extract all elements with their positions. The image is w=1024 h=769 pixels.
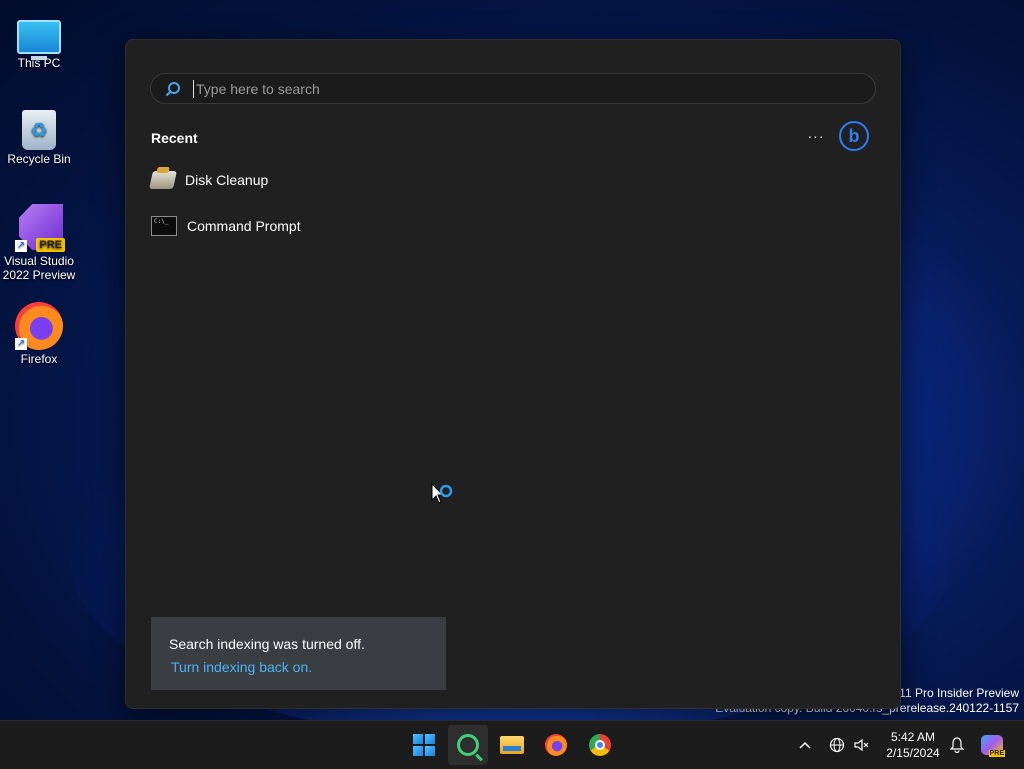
taskbar: 5:42 AM 2/15/2024 PRE: [0, 720, 1024, 769]
notifications-button[interactable]: [948, 733, 966, 757]
bing-button[interactable]: b: [839, 121, 869, 151]
speaker-muted-icon: [854, 738, 869, 752]
indexing-message: Search indexing was turned off.: [169, 636, 365, 652]
pre-badge: PRE: [36, 238, 65, 252]
recent-item-label: Command Prompt: [187, 218, 301, 234]
firefox-icon: [545, 734, 567, 756]
search-box[interactable]: [150, 73, 876, 104]
indexing-notice: Search indexing was turned off. Turn ind…: [151, 617, 446, 690]
pre-badge: PRE: [988, 750, 1005, 757]
more-options-button[interactable]: ···: [804, 128, 828, 148]
desktop-icon-recycle-bin[interactable]: Recycle Bin: [2, 106, 76, 166]
search-panel: Recent ··· b Disk Cleanup Command Prompt…: [125, 39, 901, 709]
desktop-icon-visual-studio[interactable]: PRE ↗ Visual Studio 2022 Preview: [2, 204, 76, 282]
recent-heading: Recent: [151, 130, 198, 146]
desktop-icon-label: Visual Studio 2022 Preview: [2, 254, 76, 282]
bell-icon: [950, 737, 964, 753]
chrome-icon: [589, 734, 611, 756]
search-input[interactable]: [193, 79, 798, 98]
recent-item-command-prompt[interactable]: Command Prompt: [151, 210, 301, 242]
this-pc-icon: [17, 20, 61, 60]
windows-start-icon: [413, 734, 435, 756]
copilot-button[interactable]: PRE: [980, 733, 1005, 757]
search-icon: [165, 81, 180, 96]
clock-date: 2/15/2024: [886, 746, 940, 760]
clock[interactable]: 5:42 AM 2/15/2024: [880, 729, 946, 761]
bing-icon: b: [848, 125, 860, 146]
network-button[interactable]: [828, 733, 846, 757]
search-icon: [457, 734, 479, 756]
show-hidden-icons-button[interactable]: [796, 733, 814, 757]
globe-icon: [829, 737, 845, 753]
desktop-icon-label: Recycle Bin: [7, 152, 71, 166]
clock-time: 5:42 AM: [890, 730, 936, 744]
recent-item-disk-cleanup[interactable]: Disk Cleanup: [149, 164, 269, 196]
desktop-icon-firefox[interactable]: ↗ Firefox: [2, 302, 76, 366]
desktop-icon-label: Firefox: [20, 352, 58, 366]
shortcut-arrow-icon: ↗: [15, 338, 27, 350]
shortcut-arrow-icon: ↗: [15, 240, 27, 252]
recent-item-label: Disk Cleanup: [185, 172, 269, 188]
taskbar-search-button[interactable]: [448, 725, 488, 765]
visual-studio-icon: PRE ↗: [15, 204, 65, 252]
taskbar-file-explorer[interactable]: [492, 725, 532, 765]
taskbar-chrome[interactable]: [580, 725, 620, 765]
folder-icon: [500, 736, 524, 754]
busy-cursor-icon: [431, 483, 453, 504]
start-button[interactable]: [404, 725, 444, 765]
firefox-icon: ↗: [15, 302, 63, 350]
chevron-up-icon: [799, 741, 811, 749]
disk-cleanup-icon: [149, 171, 177, 189]
volume-button[interactable]: [852, 733, 870, 757]
turn-indexing-on-link[interactable]: Turn indexing back on.: [171, 659, 312, 675]
copilot-pre-icon: PRE: [981, 735, 1005, 757]
recycle-bin-icon: [22, 110, 56, 150]
desktop-icon-this-pc[interactable]: This PC: [2, 10, 76, 70]
command-prompt-icon: [151, 216, 177, 236]
taskbar-firefox[interactable]: [536, 725, 576, 765]
